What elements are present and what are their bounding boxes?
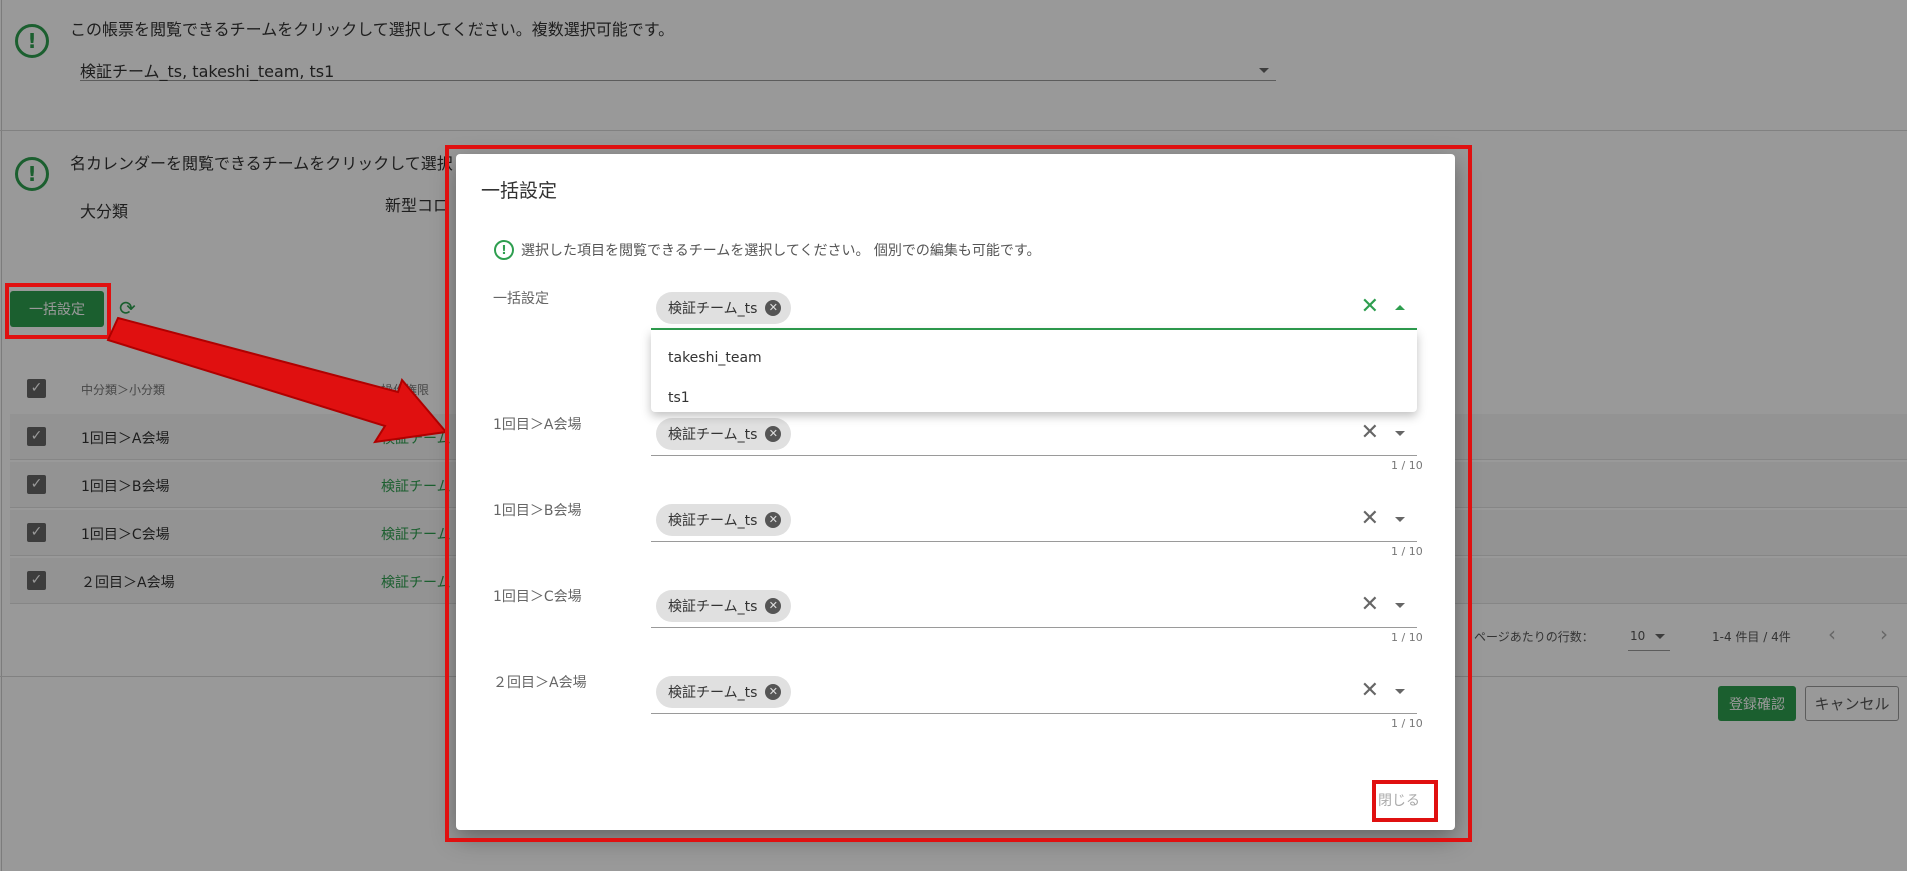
- highlight-close-button: [1372, 780, 1438, 822]
- highlight-dialog: [445, 145, 1472, 842]
